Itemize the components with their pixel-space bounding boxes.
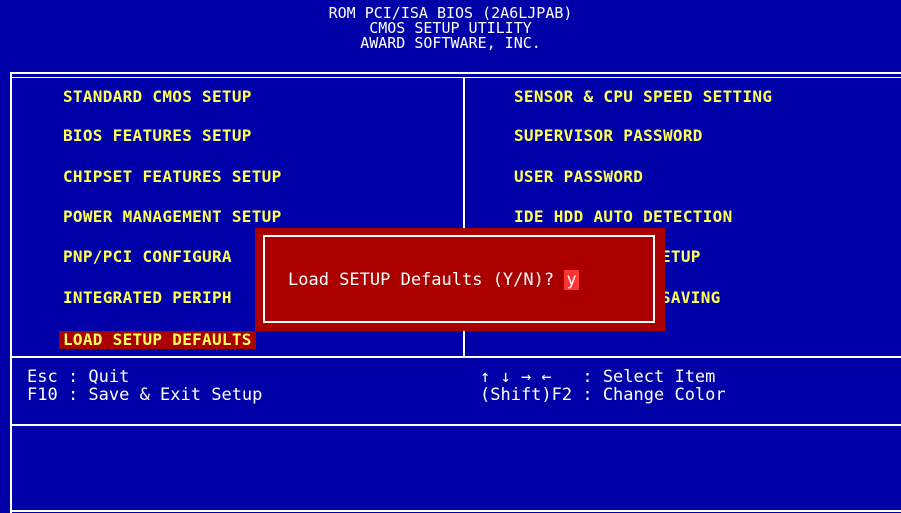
menu-item-standard-cmos-setup[interactable]: STANDARD CMOS SETUP (63, 88, 252, 106)
menu-item-chipset-features-setup[interactable]: CHIPSET FEATURES SETUP (63, 168, 282, 186)
help-select-item: ↑ ↓ → ← : Select Item (480, 367, 716, 387)
frame-bottom-line (10, 510, 901, 512)
menu-item-sensor-cpu-speed-setting[interactable]: SENSOR & CPU SPEED SETTING (514, 88, 772, 106)
frame-help-separator (10, 356, 901, 358)
menu-item-supervisor-password[interactable]: SUPERVISOR PASSWORD (514, 127, 703, 145)
frame-top-line (10, 72, 901, 74)
dialog-answer-input[interactable]: y (564, 270, 579, 290)
help-f10-save-exit: F10 : Save & Exit Setup (27, 385, 263, 405)
menu-item-save-exit-setup-partial[interactable]: ETUP (661, 248, 701, 266)
menu-item-user-password[interactable]: USER PASSWORD (514, 168, 643, 186)
menu-item-ide-hdd-auto-detection[interactable]: IDE HDD AUTO DETECTION (514, 208, 733, 226)
menu-item-power-management-setup[interactable]: POWER MANAGEMENT SETUP (63, 208, 282, 226)
menu-item-load-setup-defaults[interactable]: LOAD SETUP DEFAULTS (59, 331, 256, 349)
confirm-dialog-prompt: Load SETUP Defaults (Y/N)? y (288, 270, 579, 290)
help-change-color: (Shift)F2 : Change Color (480, 385, 726, 405)
vendor-title: AWARD SOFTWARE, INC. (360, 34, 541, 52)
dialog-prompt-text: Load SETUP Defaults (Y/N)? (288, 270, 565, 290)
help-esc-quit: Esc : Quit (27, 367, 130, 387)
frame-status-separator (10, 424, 901, 426)
frame-top-line-inner (10, 77, 901, 78)
frame-left-line (10, 72, 12, 513)
menu-item-integrated-peripherals[interactable]: INTEGRATED PERIPH (63, 289, 232, 307)
menu-item-bios-features-setup[interactable]: BIOS FEATURES SETUP (63, 127, 252, 145)
menu-item-exit-without-saving-partial[interactable]: SAVING (661, 289, 721, 307)
menu-item-pnp-pci-configuration[interactable]: PNP/PCI CONFIGURA (63, 248, 232, 266)
